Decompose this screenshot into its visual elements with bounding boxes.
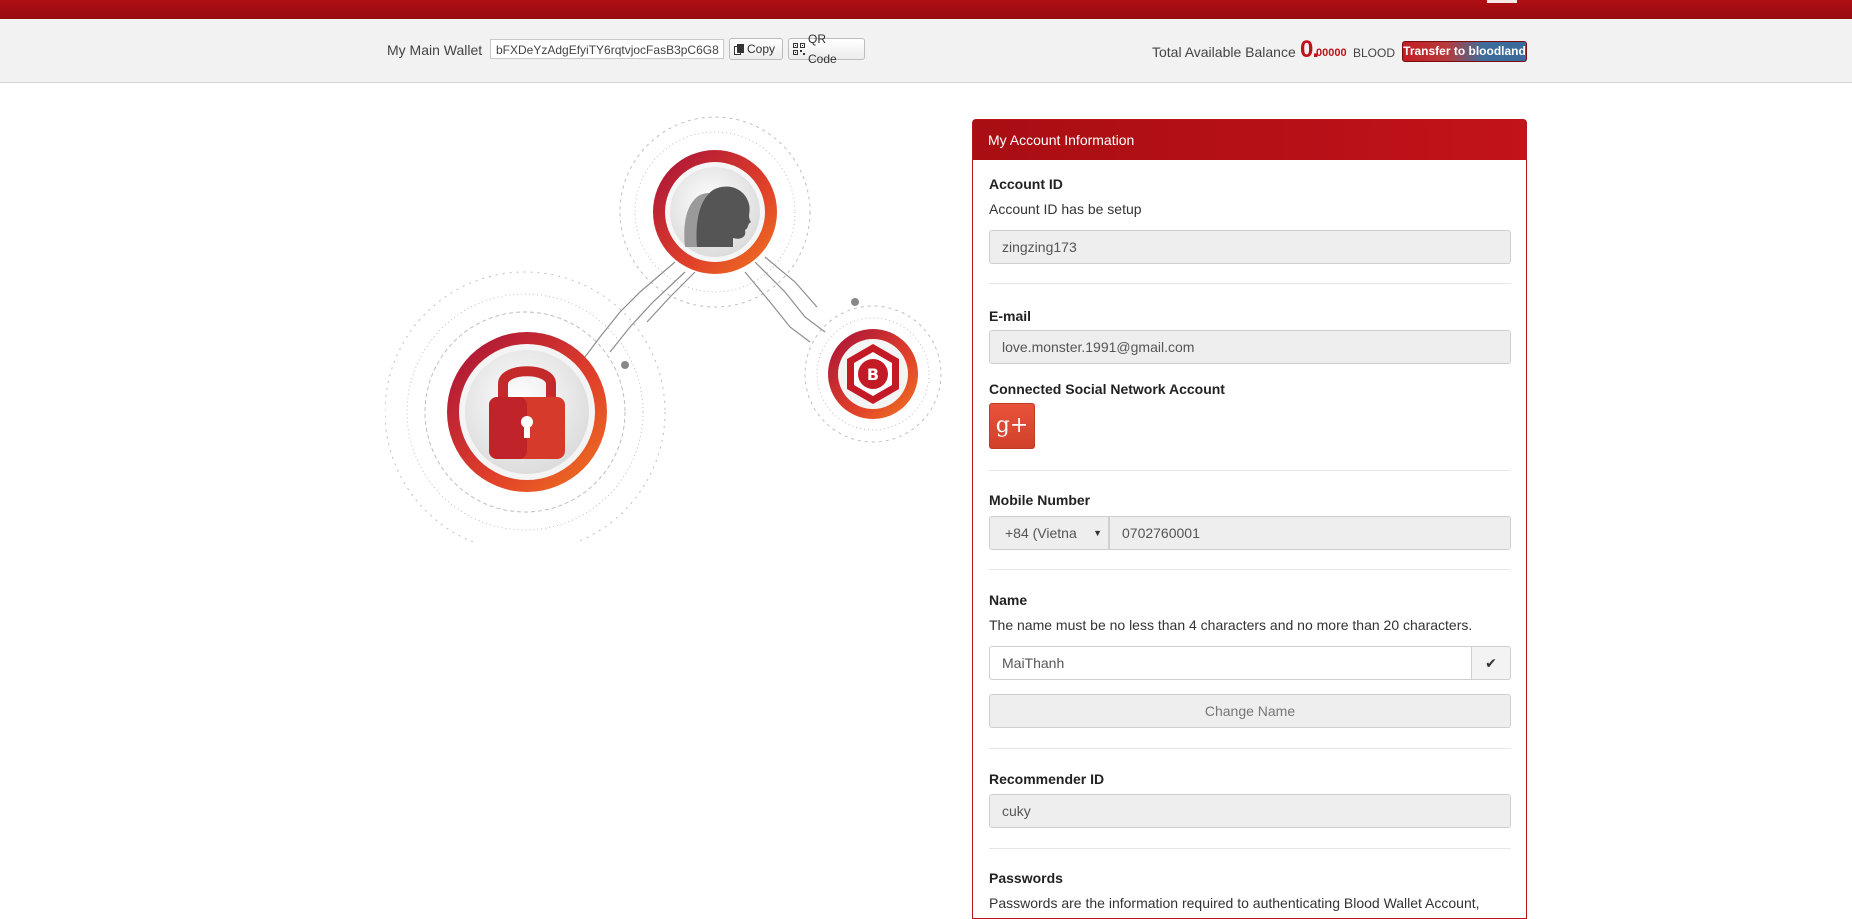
mobile-number-field: 0702760001 <box>1109 516 1511 550</box>
divider <box>989 569 1511 570</box>
passwords-label: Passwords <box>989 870 1063 886</box>
b-coin-icon: B <box>828 329 918 419</box>
balance-decimal: 00000 <box>1316 47 1347 59</box>
qr-code-button[interactable]: QR Code <box>788 32 865 66</box>
email-label: E-mail <box>989 308 1032 324</box>
security-illustration: B <box>385 116 942 542</box>
recommender-id-label: Recommender ID <box>989 771 1105 787</box>
panel-title: My Account Information <box>973 120 1526 160</box>
copy-icon <box>734 43 744 55</box>
name-label: Name <box>989 592 1028 608</box>
country-code-value: +84 (Vietna <box>1005 525 1077 541</box>
wallet-label: My Main Wallet <box>387 42 483 58</box>
balance-unit: BLOOD <box>1353 46 1396 60</box>
recommender-id-field: cuky <box>989 794 1511 828</box>
checkmark-icon[interactable]: ✔ <box>1471 646 1511 680</box>
email-field: love.monster.1991@gmail.com <box>989 330 1511 364</box>
account-id-label: Account ID <box>989 176 1063 192</box>
copy-button[interactable]: Copy <box>729 38 783 60</box>
svg-text:B: B <box>867 365 879 384</box>
balance-label: Total Available Balance <box>1152 44 1296 60</box>
wallet-bar: My Main Wallet bFXDeYzAdgEfyiTY6rqtvjocF… <box>0 19 1852 83</box>
top-navigation-bar <box>0 0 1852 19</box>
social-account-label: Connected Social Network Account <box>989 381 1225 397</box>
name-help: The name must be no less than 4 characte… <box>989 617 1473 633</box>
qr-code-icon <box>793 43 805 55</box>
account-id-help: Account ID has be setup <box>989 201 1142 217</box>
divider <box>989 283 1511 284</box>
change-name-button[interactable]: Change Name <box>989 694 1511 728</box>
name-input[interactable]: MaiThanh <box>989 646 1472 680</box>
copy-label: Copy <box>747 42 776 56</box>
mobile-number-label: Mobile Number <box>989 492 1091 508</box>
caret-down-icon: ▼ <box>1093 528 1102 538</box>
google-plus-glyph: g+ <box>995 413 1029 438</box>
lock-icon <box>447 332 607 492</box>
menu-icon[interactable] <box>1487 0 1517 3</box>
country-code-select[interactable]: +84 (Vietna ▼ <box>989 516 1109 550</box>
transfer-to-bloodland-button[interactable]: Transfer to bloodland <box>1402 41 1527 62</box>
divider <box>989 470 1511 471</box>
qr-code-label: QR Code <box>808 32 837 66</box>
account-information-panel: My Account Information Account ID Accoun… <box>972 119 1527 919</box>
wallet-address-field[interactable]: bFXDeYzAdgEfyiTY6rqtvjocFasB3pC6G8 <box>490 39 724 59</box>
account-id-field: zingzing173 <box>989 230 1511 264</box>
user-head-icon <box>653 150 777 274</box>
divider <box>989 748 1511 749</box>
divider <box>989 848 1511 849</box>
passwords-help: Passwords are the information required t… <box>989 895 1480 911</box>
google-plus-icon[interactable]: g+ <box>989 403 1035 449</box>
